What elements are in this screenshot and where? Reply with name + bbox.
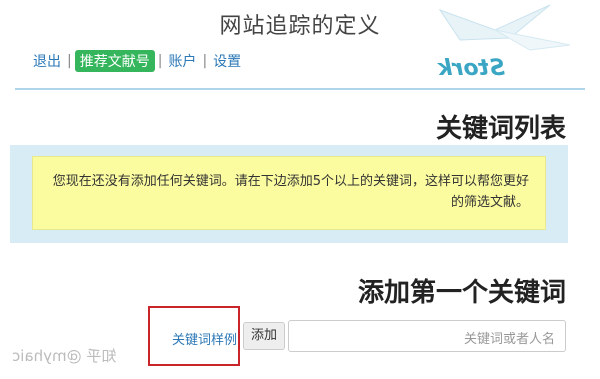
add-keyword-heading: 添加第一个关键词 [357,278,566,308]
keyword-example-link[interactable]: 关键词样例 [172,329,237,348]
nav-separator: | [157,53,163,69]
top-navigation: 设置 | 账户 | 推荐文献号 | 退出 [30,50,244,72]
stork-logo-text[interactable]: Stork [438,56,505,81]
nav-separator: | [67,53,72,69]
watermark-text: 知乎 @myhaic [12,347,117,365]
empty-keywords-notice: 您现在还没有添加任何关键词。请在下边添加5个以上的关键词，这样可以帮您更好的筛选… [32,156,546,230]
add-keyword-button[interactable]: 添加 [243,322,285,350]
header-divider [15,88,585,90]
notice-panel: 您现在还没有添加任何关键词。请在下边添加5个以上的关键词，这样可以帮您更好的筛选… [10,145,568,243]
keyword-input[interactable]: 关键词或者人名 [288,320,566,352]
nav-recommend-link[interactable]: 推荐文献号 [74,50,155,72]
nav-account-link[interactable]: 账户 [165,51,199,71]
stork-bird-logo-icon [438,4,571,51]
nav-settings-link[interactable]: 设置 [210,51,244,71]
nav-logout-link[interactable]: 退出 [30,51,64,71]
keywords-list-heading: 关键词列表 [435,114,566,144]
nav-separator: | [202,53,208,69]
